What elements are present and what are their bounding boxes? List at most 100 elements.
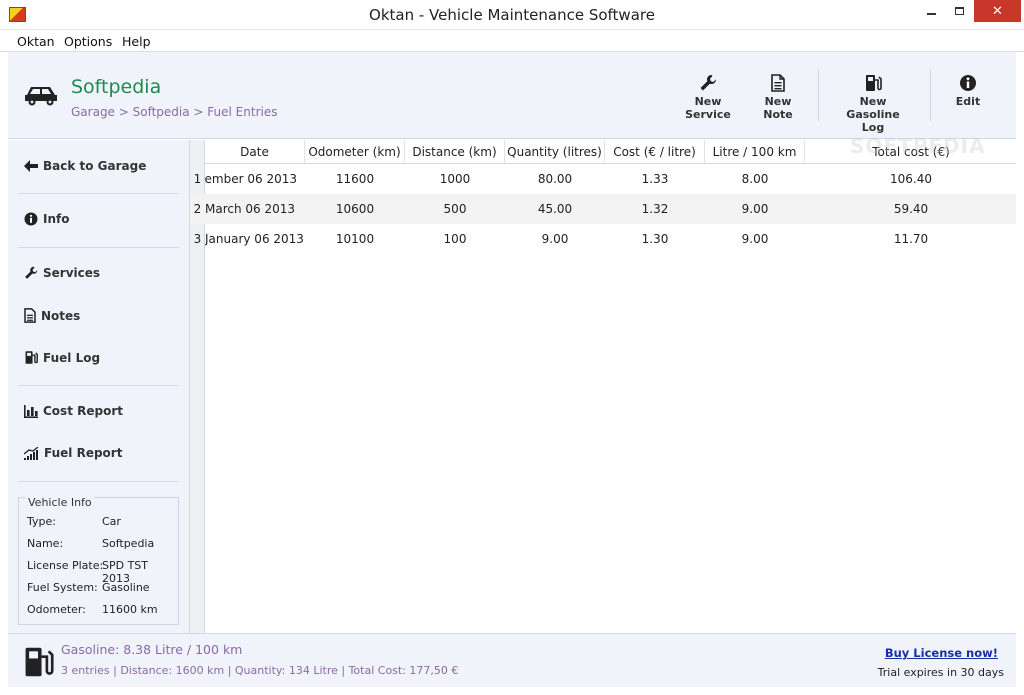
wrench-icon [700,74,717,91]
info-icon [960,75,976,91]
column-header-quantity[interactable]: Quantity (litres) [505,140,605,164]
table-row[interactable]: 1 ecember 06 2013 11600 1000 80.00 1.33 … [190,164,1016,194]
sidebar-divider [18,193,179,194]
cell-cost-per-litre: 1.32 [641,202,669,216]
sidebar-item-label: Back to Garage [43,159,147,173]
cell-distance: 100 [443,232,467,246]
new-gasoline-log-button[interactable]: New Gasoline Log [834,74,912,134]
sidebar-item-back-to-garage[interactable]: Back to Garage [24,159,146,173]
sidebar: Back to Garage Info Services Notes Fuel … [8,140,189,633]
title-bar: Oktan - Vehicle Maintenance Software ✕ [0,0,1024,30]
cell-date: January 06 2013 [205,232,304,246]
arrow-left-icon [24,160,38,172]
cell-quantity: 45.00 [537,202,573,216]
vehicle-info-title: Vehicle Info [26,496,94,509]
cell-odometer: 10100 [335,232,375,246]
sidebar-item-info[interactable]: Info [24,212,69,226]
vehicle-info-panel: Vehicle Info Type: Car Name: Softpedia L… [18,496,179,625]
sidebar-item-services[interactable]: Services [24,266,100,280]
toolbar-separator [930,69,931,121]
sidebar-item-label: Info [43,212,70,226]
cell-litre-per-100km: 9.00 [741,202,769,216]
note-icon [771,74,785,92]
column-header-cost-per-litre[interactable]: Cost (€ / litre) [605,140,705,164]
info-icon [24,212,38,226]
sidebar-item-label: Fuel Report [44,446,123,460]
cell-distance: 500 [443,202,467,216]
fuel-pump-icon [866,75,882,91]
minimize-button[interactable] [918,0,945,22]
menu-help[interactable]: Help [122,34,151,49]
breadcrumb[interactable]: Garage > Softpedia > Fuel Entries [71,105,277,119]
cell-litre-per-100km: 8.00 [741,172,769,186]
wrench-icon [25,266,38,279]
new-gasoline-log-label-2: Gasoline Log [846,108,900,134]
vehicle-info-label: License Plate: [27,559,104,572]
sidebar-divider [18,247,179,248]
window-title: Oktan - Vehicle Maintenance Software [369,6,655,24]
column-header-odometer[interactable]: Odometer (km) [305,140,405,164]
trial-status: Trial expires in 30 days [877,666,1004,679]
car-icon [25,87,57,106]
column-header-date[interactable]: Date [205,140,305,164]
vehicle-info-label: Fuel System: [27,581,98,594]
menu-options[interactable]: Options [64,34,112,49]
watermark: SOFTPEDIA [850,134,986,158]
cell-litre-per-100km: 9.00 [741,232,769,246]
fuel-entries-summary: 3 entries | Distance: 1600 km | Quantity… [61,664,459,677]
edit-button[interactable]: Edit [946,74,990,108]
table-row[interactable]: 3 January 06 2013 10100 100 9.00 1.30 9.… [190,224,1016,254]
close-button[interactable]: ✕ [974,0,1021,22]
cell-total-cost: 106.40 [890,172,932,186]
note-icon [24,308,36,323]
page-header: Softpedia Garage > Softpedia > Fuel Entr… [8,52,1016,139]
cell-total-cost: 59.40 [893,202,929,216]
vehicle-info-value: Softpedia [102,537,155,550]
fuel-entries-table[interactable]: Date Odometer (km) Distance (km) Quantit… [189,140,1016,633]
vehicle-info-value: Gasoline [102,581,150,594]
new-service-button[interactable]: New Service [680,74,736,121]
vehicle-info-label: Type: [27,515,56,528]
row-number: 1 [193,172,202,186]
cell-date: March 06 2013 [205,202,296,216]
menu-oktan[interactable]: Oktan [17,34,55,49]
sidebar-item-label: Notes [41,308,81,323]
bar-chart-icon [24,404,38,418]
column-header-litre-per-100km[interactable]: Litre / 100 km [705,140,805,164]
maximize-button[interactable] [946,0,973,22]
new-note-button[interactable]: New Note [754,74,802,121]
sidebar-item-label: Services [43,266,101,280]
cell-quantity: 80.00 [537,172,573,186]
sidebar-item-fuel-report[interactable]: Fuel Report [24,446,122,460]
table-row[interactable]: 2 March 06 2013 10600 500 45.00 1.32 9.0… [190,194,1016,224]
vehicle-info-label: Name: [27,537,64,550]
close-icon: ✕ [992,3,1003,19]
vehicle-info-value: 11600 km [102,603,158,616]
cell-cost-per-litre: 1.30 [641,232,669,246]
fuel-consumption-summary: Gasoline: 8.38 Litre / 100 km [61,642,243,657]
vehicle-info-value: Car [102,515,121,528]
fuel-pump-icon [25,351,38,364]
new-service-label-2: Service [685,108,731,121]
sidebar-item-notes[interactable]: Notes [24,308,80,323]
new-note-label-2: Note [763,108,793,121]
column-header-distance[interactable]: Distance (km) [405,140,505,164]
cell-odometer: 11600 [335,172,375,186]
sidebar-item-label: Fuel Log [43,350,101,365]
toolbar-separator [818,69,819,121]
cell-cost-per-litre: 1.33 [641,172,669,186]
new-gasoline-log-label-1: New [859,95,887,108]
sidebar-divider [18,385,179,386]
status-bar: Gasoline: 8.38 Litre / 100 km 3 entries … [8,633,1016,687]
trend-chart-icon [24,446,39,460]
new-service-label-1: New [694,95,722,108]
fuel-pump-icon [25,647,54,677]
cell-odometer: 10600 [335,202,375,216]
sidebar-item-fuel-log[interactable]: Fuel Log [24,350,100,365]
row-number: 3 [193,232,202,246]
maximize-icon [955,7,964,15]
vehicle-info-label: Odometer: [27,603,86,616]
sidebar-item-cost-report[interactable]: Cost Report [24,404,123,418]
page-title: Softpedia [71,76,162,98]
buy-license-link[interactable]: Buy License now! [885,646,998,660]
